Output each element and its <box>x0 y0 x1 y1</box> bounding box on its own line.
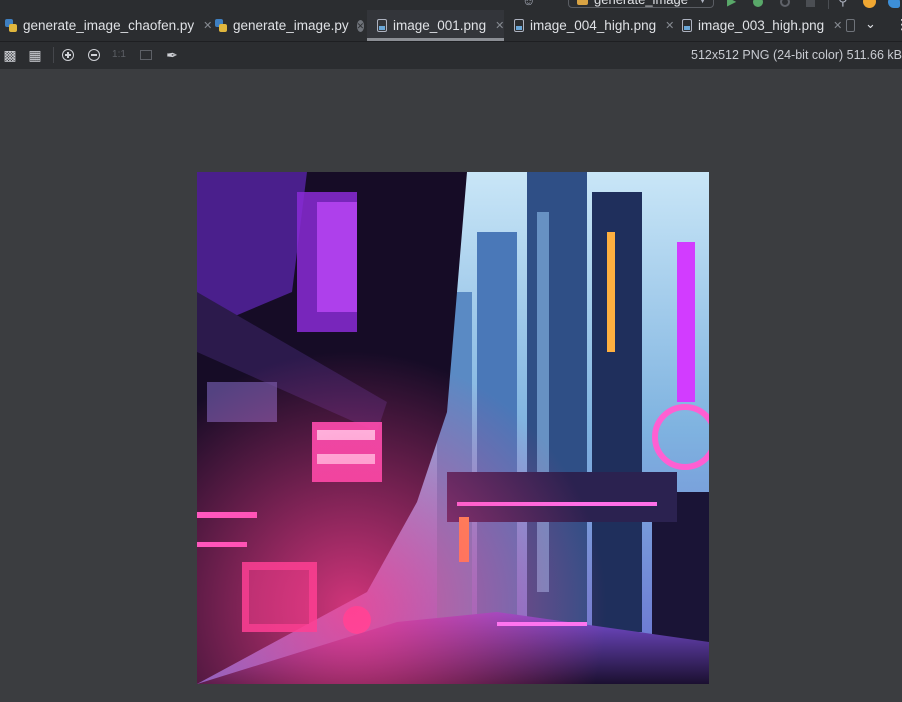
zoom-out-icon[interactable] <box>86 47 102 63</box>
image-file-icon <box>682 19 692 32</box>
cyberpunk-city-image <box>197 172 709 684</box>
more-vertical-icon[interactable]: ⋮ <box>895 16 902 33</box>
debug-icon[interactable] <box>753 0 767 9</box>
search-icon[interactable]: ⚲ <box>838 0 852 9</box>
color-picker-icon[interactable]: ✒ <box>164 47 180 63</box>
actual-size-icon[interactable]: 1:1 <box>111 47 127 63</box>
editor-tab-bar: generate_image_chaofen.py ✕ generate_ima… <box>0 10 902 42</box>
plugin-icon[interactable] <box>888 0 902 9</box>
image-file-icon <box>377 19 387 32</box>
close-icon[interactable]: ✕ <box>833 19 842 32</box>
tab-generate-image[interactable]: generate_image.py ✕ <box>214 10 365 41</box>
tab-label: image_003_high.png <box>698 18 825 33</box>
tab-image-003-high[interactable]: image_003_high.png ✕ <box>680 10 842 41</box>
image-editor-toolbar: ▩ ▦ 1:1 ✒ 512x512 PNG (24-bit color) 511… <box>0 42 902 69</box>
toolbar-divider <box>53 47 54 63</box>
chessboard-icon[interactable]: ▩ <box>2 47 18 63</box>
grid-icon[interactable]: ▦ <box>27 47 43 63</box>
chevron-down-icon: ▼ <box>698 0 707 5</box>
run-icon[interactable]: ▶ <box>727 0 741 9</box>
tab-image-001[interactable]: image_001.png ✕ <box>367 10 504 41</box>
python-file-icon <box>214 18 228 34</box>
image-file-icon[interactable] <box>846 19 855 32</box>
python-file-icon <box>4 18 18 34</box>
image-viewer-canvas[interactable] <box>0 69 902 702</box>
update-icon[interactable] <box>863 0 877 9</box>
tab-label: generate_image.py <box>233 18 349 33</box>
close-icon[interactable]: ✕ <box>495 19 504 32</box>
tab-generate-image-chaofen[interactable]: generate_image_chaofen.py ✕ <box>4 10 212 41</box>
run-configuration-dropdown[interactable]: generate_image ▼ <box>568 0 714 8</box>
close-icon[interactable]: ✕ <box>203 19 212 32</box>
tab-label: image_001.png <box>393 18 487 33</box>
active-tab-indicator <box>367 38 504 41</box>
tab-image-004-high[interactable]: image_004_high.png ✕ <box>512 10 674 41</box>
run-configuration-label: generate_image <box>594 0 688 9</box>
chevron-down-icon[interactable]: ⌄ <box>865 16 876 32</box>
run-toolbar: ☺ generate_image ▼ ▶ ⚲ <box>0 0 902 10</box>
image-file-icon <box>514 19 524 32</box>
close-icon[interactable]: ✕ <box>356 19 365 32</box>
tab-label: generate_image_chaofen.py <box>23 18 195 33</box>
image-info-label: 512x512 PNG (24-bit color) 511.66 kB <box>691 48 902 62</box>
tab-label: image_004_high.png <box>530 18 657 33</box>
zoom-in-icon[interactable] <box>60 47 76 63</box>
stop-icon[interactable] <box>806 0 820 9</box>
python-config-icon <box>577 0 588 5</box>
profile-icon[interactable]: ☺ <box>522 0 540 9</box>
close-icon[interactable]: ✕ <box>665 19 674 32</box>
fit-icon[interactable] <box>138 47 154 63</box>
coverage-icon[interactable] <box>780 0 794 9</box>
toolbar-divider <box>828 0 829 9</box>
